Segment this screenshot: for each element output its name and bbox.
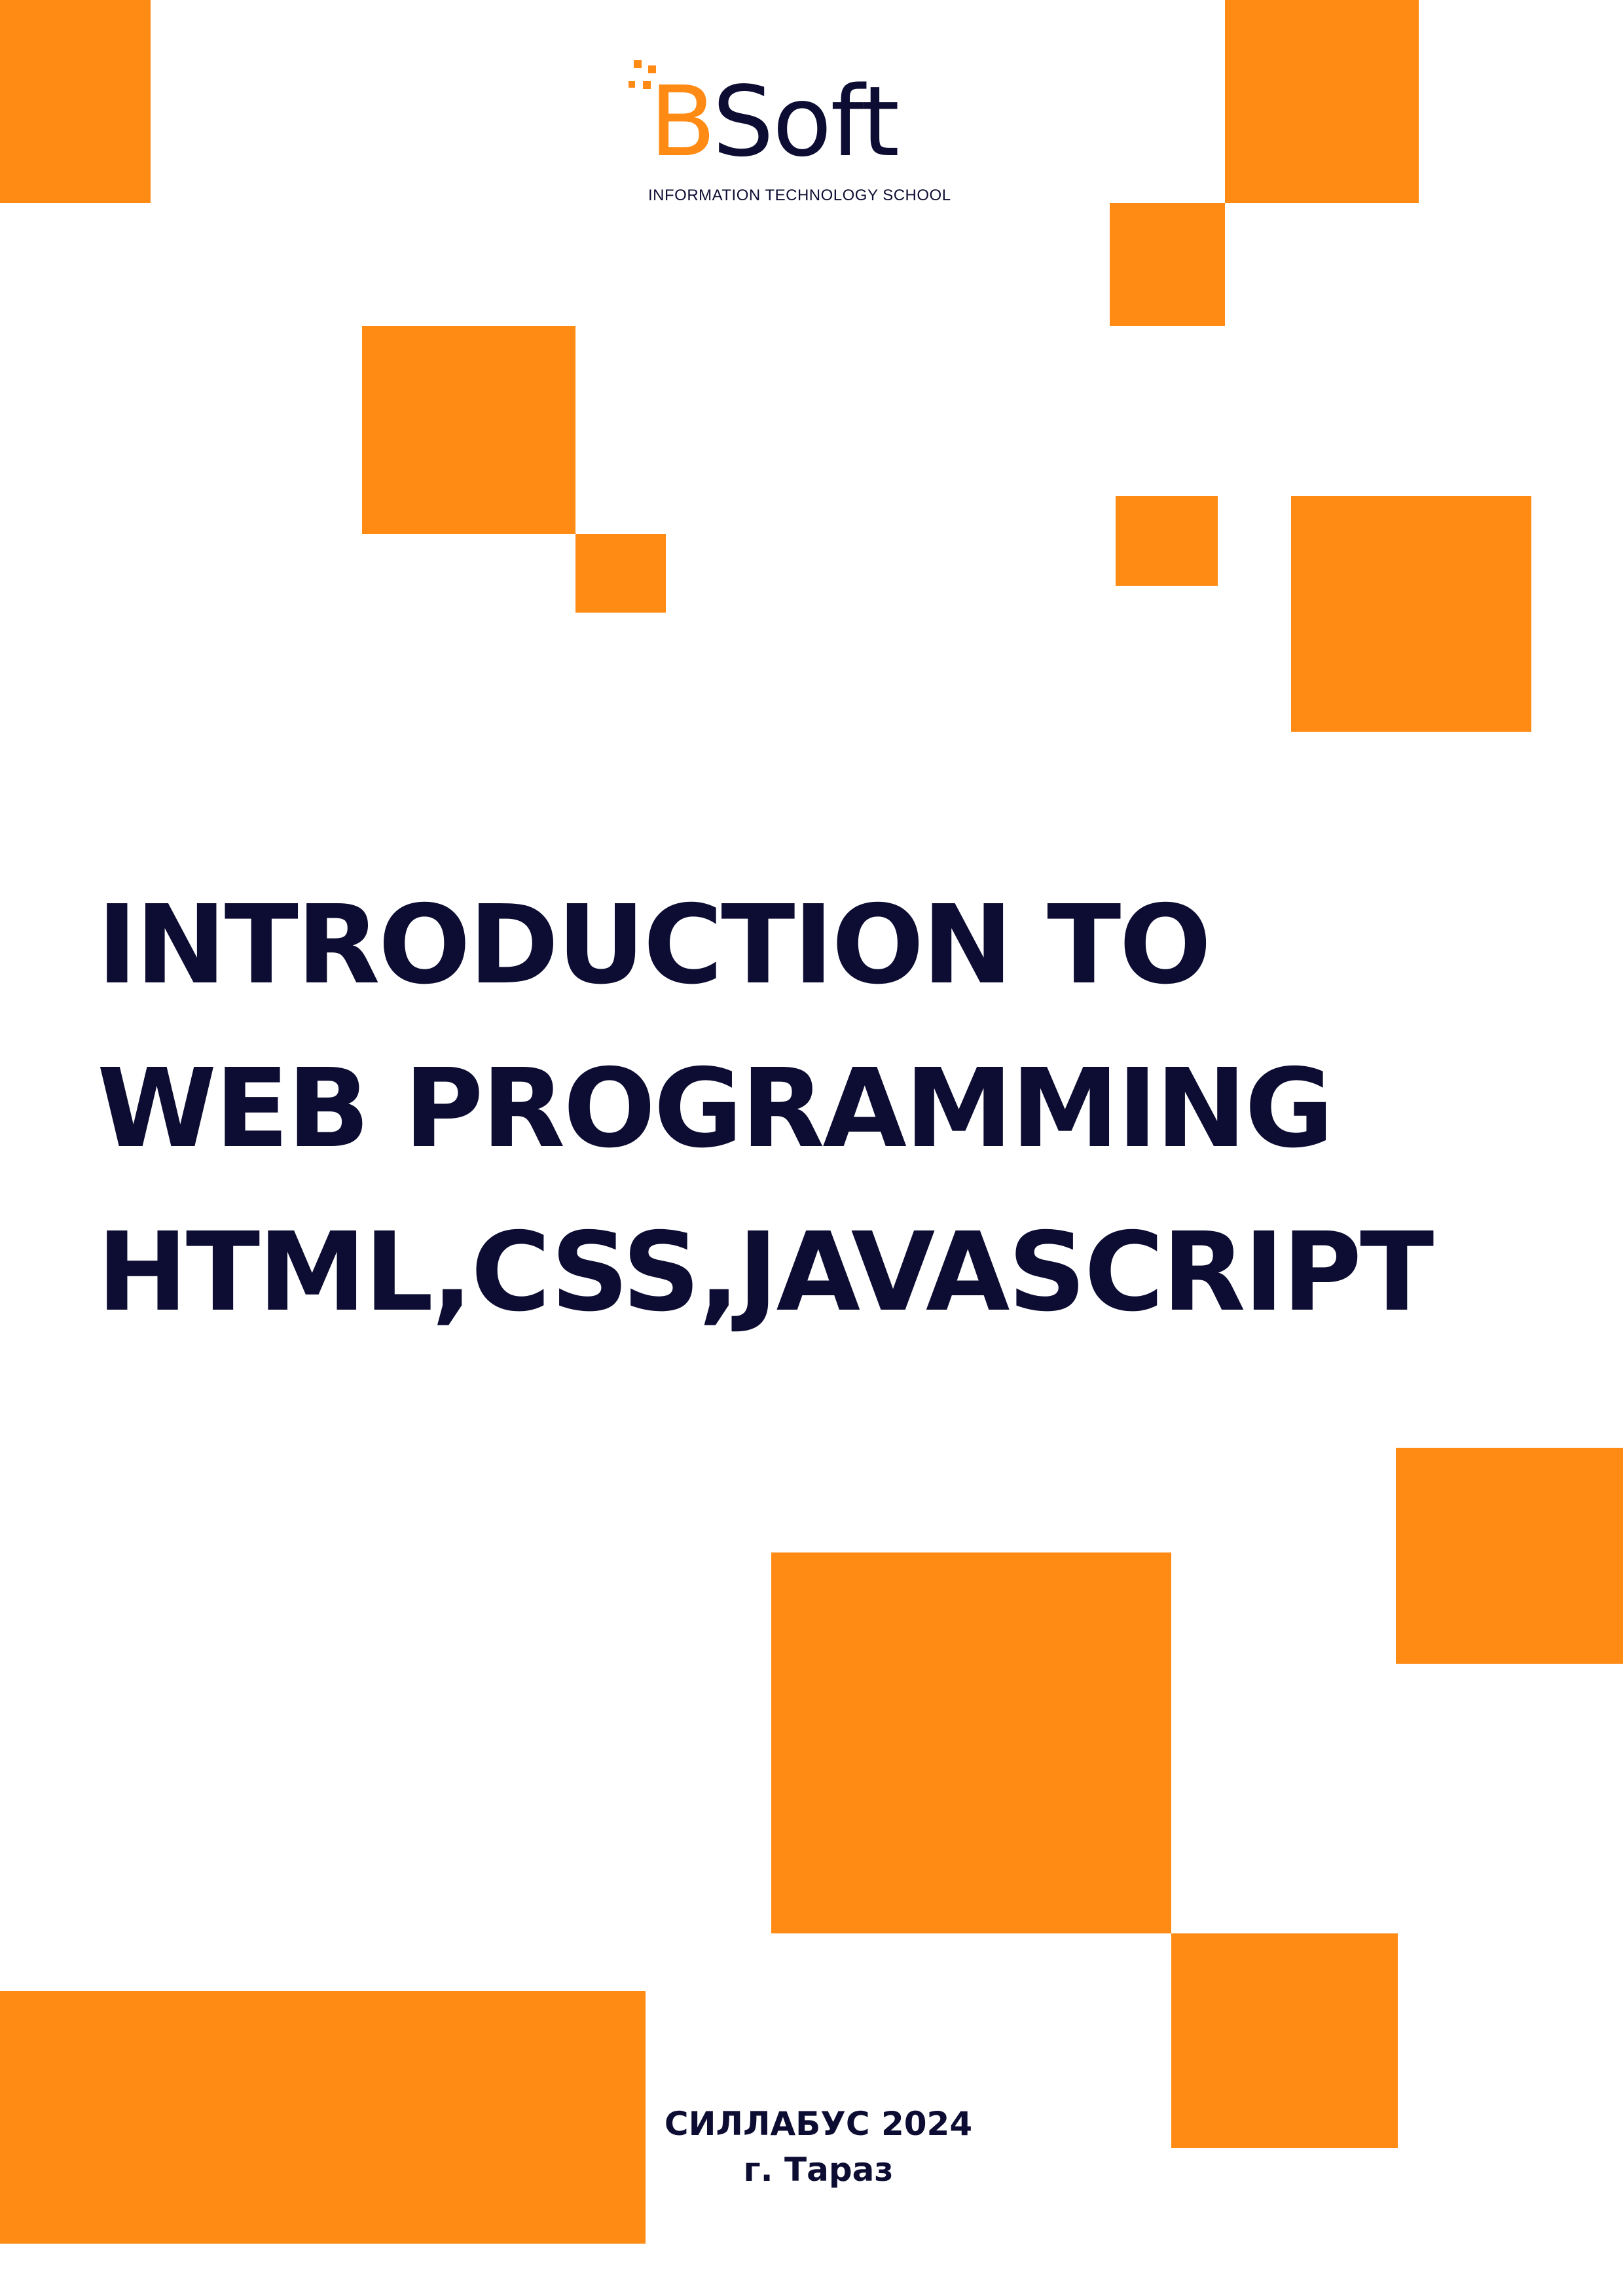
logo-pixel (629, 81, 635, 88)
decor-square-top-left (0, 0, 151, 203)
decor-square-top-right-large (1225, 0, 1419, 203)
logo-letter-b: B (649, 65, 716, 178)
decor-square-top-right-small (1110, 203, 1225, 326)
decor-square-bottom-center-small (1171, 1933, 1398, 2148)
title-line-2: WEB PROGRAMMING (97, 1046, 1334, 1172)
bsoft-logo: B Soft INFORMATION TECHNOLOGY SCHOOL (629, 52, 995, 209)
title-line-1: INTRODUCTION TO (97, 882, 1211, 1009)
decor-square-bottom-left (0, 1991, 646, 2244)
syllabus-year: СИЛЛАБУС 2024 (664, 2105, 973, 2143)
footer: СИЛЛАБУС 2024 г. Тараз (655, 2101, 982, 2193)
logo-pixel (634, 60, 642, 68)
decor-square-left-large (362, 326, 575, 534)
decor-square-bottom-right-edge (1396, 1448, 1623, 1664)
decor-square-right-small (1116, 496, 1218, 586)
decor-square-left-small (575, 534, 666, 613)
decor-square-right-large (1291, 496, 1531, 732)
logo-wordmark: Soft (712, 65, 900, 178)
document-title: INTRODUCTION TO WEB PROGRAMMING HTML,CSS… (97, 864, 1434, 1355)
title-line-3: HTML,CSS,JAVASCRIPT (97, 1210, 1434, 1336)
logo-tagline: INFORMATION TECHNOLOGY SCHOOL (648, 187, 951, 204)
city: г. Тараз (743, 2151, 894, 2189)
decor-square-bottom-center-large (771, 1552, 1171, 1933)
